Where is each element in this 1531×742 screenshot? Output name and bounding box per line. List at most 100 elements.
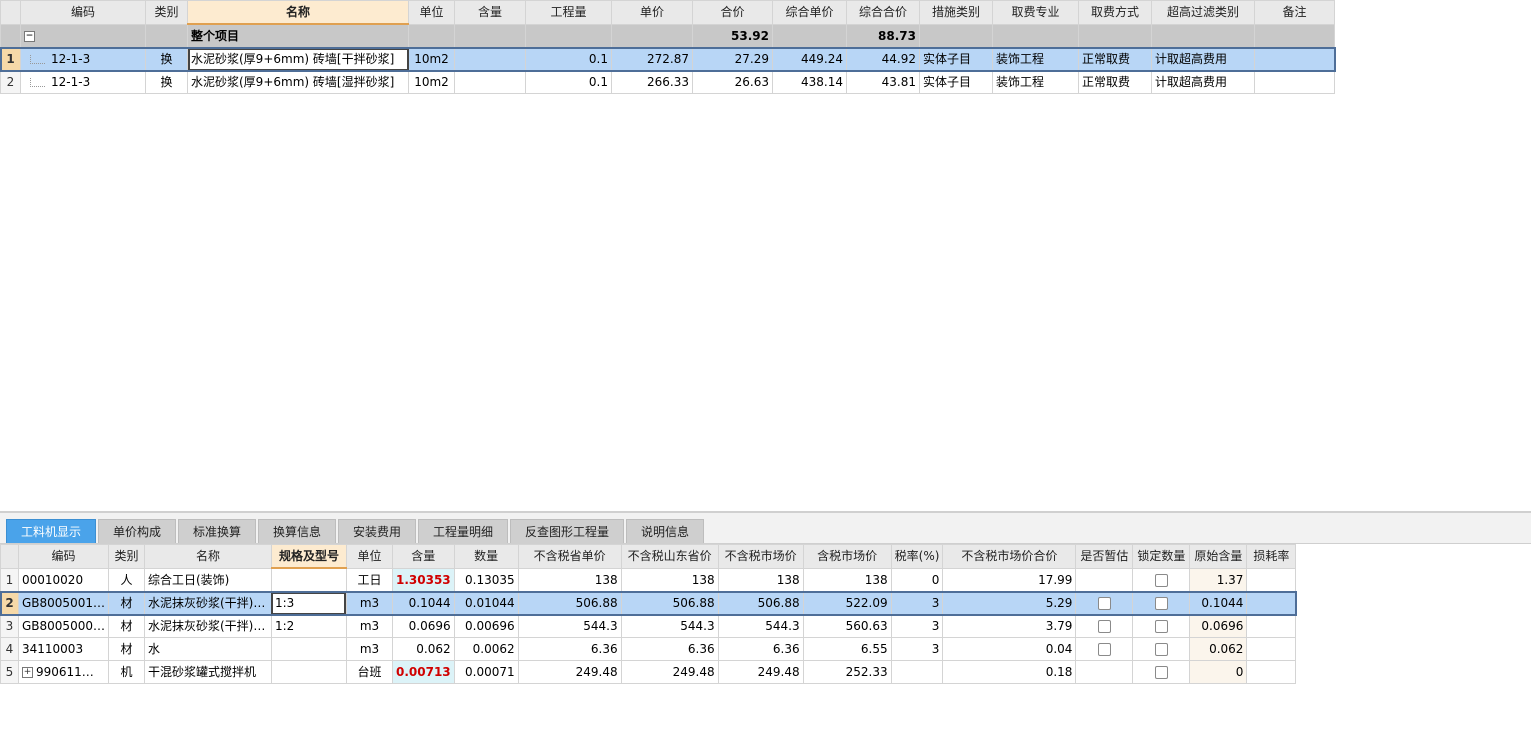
cell-total[interactable]: 27.29: [692, 47, 773, 71]
col-header-comp-total[interactable]: 综合合价: [846, 0, 920, 25]
cell-content[interactable]: [454, 70, 526, 94]
col-header-qty[interactable]: 工程量: [525, 0, 612, 25]
cell-tax-rate[interactable]: 3: [890, 637, 944, 661]
cell-unit[interactable]: 台班: [345, 660, 393, 684]
cell-name[interactable]: 水泥砂浆(厚9+6mm) 砖墙[干拌砂浆]: [187, 47, 409, 71]
col-header-content[interactable]: 含量: [391, 544, 455, 569]
cell-type[interactable]: 材: [107, 591, 145, 615]
cell-province-price[interactable]: 138: [517, 567, 622, 592]
cell-code[interactable]: GB8005001…: [18, 591, 109, 615]
tab-quantity-detail[interactable]: 工程量明细: [418, 519, 508, 543]
col-header-total[interactable]: 合价: [692, 0, 773, 25]
cell-shandong-price[interactable]: 138: [620, 567, 719, 592]
table-row[interactable]: 4 34110003 材 水 m3 0.062 0.0062 6.36 6.36…: [0, 637, 1297, 661]
cell-type[interactable]: 换: [145, 47, 188, 71]
cell-market-price-tax[interactable]: 560.63: [802, 614, 892, 638]
cell-qty[interactable]: 0.00696: [453, 614, 519, 638]
cell-qty[interactable]: 0.0062: [453, 637, 519, 661]
cell-type[interactable]: 人: [107, 567, 145, 592]
cell-type[interactable]: 材: [107, 614, 145, 638]
group-expand-cell[interactable]: −: [20, 23, 146, 48]
corner-cell[interactable]: [0, 0, 21, 25]
cell-lock-qty[interactable]: [1132, 614, 1191, 638]
cell-market-price[interactable]: 6.36: [717, 637, 804, 661]
cell-lock-qty[interactable]: [1132, 660, 1191, 684]
tab-resource-display[interactable]: 工料机显示: [6, 519, 96, 543]
lock-qty-checkbox[interactable]: [1154, 597, 1168, 610]
cell-market-price[interactable]: 249.48: [717, 660, 804, 684]
cell-loss-rate[interactable]: [1246, 660, 1297, 684]
cell-spec[interactable]: [270, 567, 347, 592]
col-header-spec[interactable]: 规格及型号: [270, 544, 347, 569]
cell-qty[interactable]: 0.00071: [453, 660, 519, 684]
expand-icon[interactable]: +: [22, 667, 33, 678]
group-row[interactable]: − 整个项目 53.92 88.73: [0, 23, 1335, 48]
row-number[interactable]: 2: [0, 70, 21, 94]
cell-content[interactable]: 1.30353: [391, 567, 455, 592]
col-header-type[interactable]: 类别: [107, 544, 145, 569]
col-header-content[interactable]: 含量: [454, 0, 526, 25]
cell-unit[interactable]: m3: [345, 637, 393, 661]
cell-total[interactable]: 26.63: [692, 70, 773, 94]
cell-estimated[interactable]: [1075, 614, 1134, 638]
cell-market-price-tax[interactable]: 252.33: [802, 660, 892, 684]
row-number[interactable]: 1: [0, 567, 19, 592]
cell-over-filter[interactable]: 计取超高费用: [1151, 70, 1255, 94]
table-row[interactable]: 1 12-1-3 换 水泥砂浆(厚9+6mm) 砖墙[干拌砂浆] 10m2 0.…: [0, 46, 1336, 72]
row-number[interactable]: 3: [0, 614, 19, 638]
cell-unit[interactable]: 工日: [345, 567, 393, 592]
cell-note[interactable]: [1254, 47, 1335, 71]
cell-qty[interactable]: 0.1: [525, 70, 612, 94]
cell-tax-rate[interactable]: [890, 660, 944, 684]
cell-province-price[interactable]: 249.48: [517, 660, 622, 684]
cell-price[interactable]: 266.33: [611, 70, 693, 94]
cell-content[interactable]: 0.1044: [391, 591, 455, 615]
cell-code[interactable]: GB8005000…: [18, 614, 109, 638]
cell-orig-content[interactable]: 1.37: [1189, 567, 1248, 592]
cell-unit[interactable]: m3: [345, 591, 393, 615]
col-header-unit[interactable]: 单位: [408, 0, 455, 25]
cell-code[interactable]: +990611…: [18, 660, 109, 684]
tab-install-fee[interactable]: 安装费用: [338, 519, 416, 543]
table-row[interactable]: 2 12-1-3 换 水泥砂浆(厚9+6mm) 砖墙[湿拌砂浆] 10m2 0.…: [0, 70, 1335, 94]
cell-name[interactable]: 水泥抹灰砂浆(干拌)…: [143, 591, 272, 615]
col-header-note[interactable]: 备注: [1254, 0, 1335, 25]
cell-tax-rate[interactable]: 3: [890, 591, 944, 615]
lock-qty-checkbox[interactable]: [1154, 643, 1168, 656]
estimated-checkbox[interactable]: [1097, 620, 1111, 633]
cell-market-price[interactable]: 138: [717, 567, 804, 592]
cell-price[interactable]: 272.87: [611, 47, 693, 71]
cell-tax-rate[interactable]: 0: [890, 567, 944, 592]
cell-comp-total[interactable]: 43.81: [846, 70, 920, 94]
cell-lock-qty[interactable]: [1132, 591, 1191, 615]
row-number[interactable]: 2: [0, 591, 19, 615]
col-header-name[interactable]: 名称: [187, 0, 409, 25]
cell-market-sum[interactable]: 17.99: [942, 567, 1077, 592]
cell-measure[interactable]: 实体子目: [919, 70, 993, 94]
tab-description[interactable]: 说明信息: [626, 519, 704, 543]
col-header-unit[interactable]: 单位: [345, 544, 393, 569]
collapse-icon[interactable]: −: [24, 30, 35, 42]
cell-over-filter[interactable]: 计取超高费用: [1151, 47, 1255, 71]
cell-qty[interactable]: 0.01044: [453, 591, 519, 615]
cell-content[interactable]: [454, 47, 526, 71]
table-row[interactable]: 3 GB8005000… 材 水泥抹灰砂浆(干拌)… 1:2 m3 0.0696…: [0, 614, 1297, 638]
table-row[interactable]: 5 +990611… 机 干混砂浆罐式搅拌机 台班 0.00713 0.0007…: [0, 660, 1297, 684]
cell-tax-rate[interactable]: 3: [890, 614, 944, 638]
tab-standard-conversion[interactable]: 标准换算: [178, 519, 256, 543]
col-header-code[interactable]: 编码: [18, 544, 109, 569]
cell-fee-method[interactable]: 正常取费: [1078, 47, 1152, 71]
cell-unit[interactable]: m3: [345, 614, 393, 638]
cell-spec[interactable]: [270, 637, 347, 661]
tab-unit-price[interactable]: 单价构成: [98, 519, 176, 543]
tab-conversion-info[interactable]: 换算信息: [258, 519, 336, 543]
cell-loss-rate[interactable]: [1246, 614, 1297, 638]
cell-estimated[interactable]: [1075, 591, 1134, 615]
cell-name[interactable]: 综合工日(装饰): [143, 567, 272, 592]
col-header-market-price[interactable]: 不含税市场价: [717, 544, 804, 569]
cell-spec[interactable]: 1:2: [270, 614, 347, 638]
col-header-name[interactable]: 名称: [143, 544, 272, 569]
cell-market-sum[interactable]: 0.04: [942, 637, 1077, 661]
cell-market-sum[interactable]: 3.79: [942, 614, 1077, 638]
cell-spec[interactable]: [270, 660, 347, 684]
